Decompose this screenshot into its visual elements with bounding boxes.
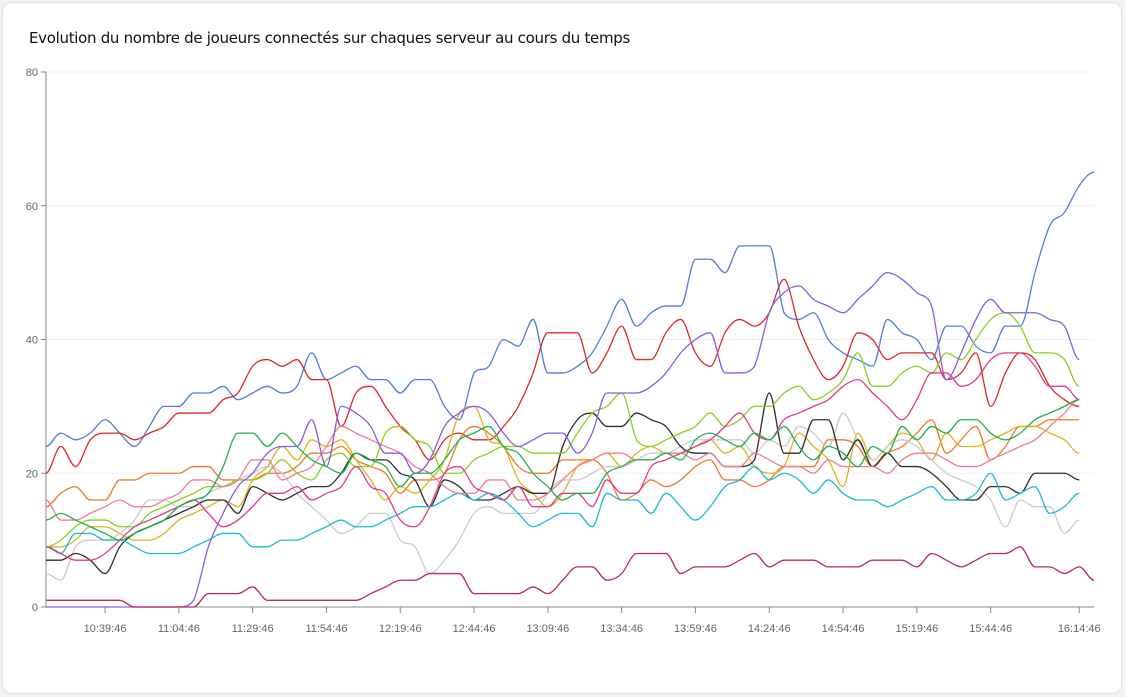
series-line-purple xyxy=(45,271,1080,608)
x-tick-label: 11:29:46 xyxy=(232,623,274,635)
series-line-blue xyxy=(45,171,1095,448)
series-line-white xyxy=(45,412,1080,581)
series-line-black xyxy=(45,392,1080,575)
line-chart: 0 20 40 60 80 10:39:46 11:04:46 11:29:46 11:54:4… xyxy=(26,67,1101,635)
x-tick-label: 14:24:46 xyxy=(748,623,791,635)
x-tick-label: 13:34:46 xyxy=(600,623,643,635)
y-tick-label: 0 xyxy=(32,602,38,614)
x-tick-label: 13:09:46 xyxy=(526,623,569,635)
y-tick-label: 20 xyxy=(26,468,38,480)
y-tick-label: 40 xyxy=(26,335,38,347)
x-tick-label: 13:59:46 xyxy=(674,623,717,635)
x-tick-label: 11:04:46 xyxy=(158,623,200,635)
y-tick-label: 80 xyxy=(26,67,38,79)
x-tick-label: 15:19:46 xyxy=(895,623,938,635)
series-line-red xyxy=(45,278,1080,474)
series-line-green xyxy=(45,399,1080,541)
x-tick-label: 14:54:46 xyxy=(822,623,865,635)
x-tick-label: 12:44:46 xyxy=(453,623,496,635)
series-line-pink xyxy=(45,352,1080,561)
x-tick-label: 16:14:46 xyxy=(1058,623,1101,635)
series-lines xyxy=(45,171,1095,608)
x-tick-label: 11:54:46 xyxy=(305,623,347,635)
x-tick-label: 15:44:46 xyxy=(969,623,1012,635)
series-line-ruby xyxy=(46,546,1095,608)
y-tick-label: 60 xyxy=(26,201,38,213)
x-tick-label: 10:39:46 xyxy=(84,623,127,635)
series-line-yellow xyxy=(45,405,1080,548)
series-line-lime xyxy=(45,312,1080,548)
x-tick-label: 12:19:46 xyxy=(379,623,422,635)
